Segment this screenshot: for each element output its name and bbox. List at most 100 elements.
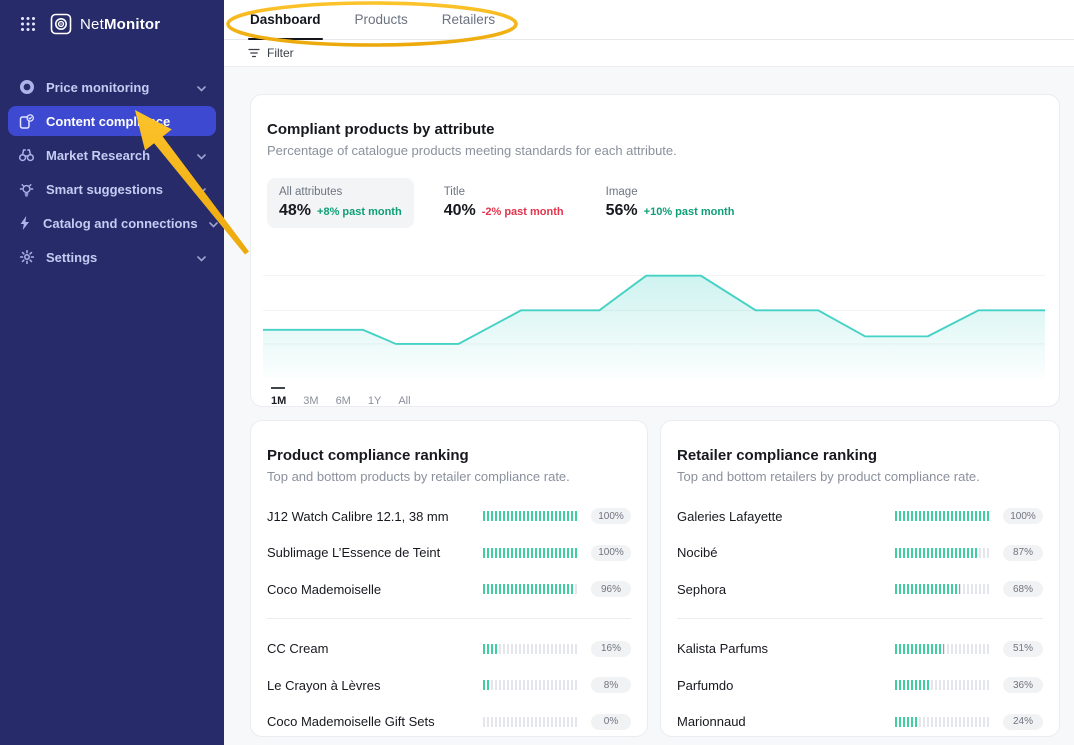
ranking-list: Galeries Lafayette 100% Nocibé 87% Sepho… <box>677 498 1043 740</box>
sidebar-item-smart-suggestions[interactable]: Smart suggestions <box>8 174 216 204</box>
range-all[interactable]: All <box>398 389 410 407</box>
card-title: Retailer compliance ranking <box>677 447 1043 464</box>
stat-value: 40% <box>444 202 476 220</box>
filter-bar: Filter <box>224 40 1074 67</box>
card-subtitle: Percentage of catalogue products meeting… <box>267 143 1043 158</box>
stat-trend: +10% past month <box>644 206 735 218</box>
retailer-compliance-ranking-card: Retailer compliance ranking Top and bott… <box>660 420 1060 737</box>
page-content: Compliant products by attribute Percenta… <box>224 67 1074 745</box>
ranking-list: J12 Watch Calibre 12.1, 38 mm 100% Subli… <box>267 498 631 740</box>
tab-products[interactable]: Products <box>353 0 410 39</box>
range-6m[interactable]: 6M <box>336 389 351 407</box>
tick-bar <box>483 548 579 558</box>
sidebar-item-content-compliance[interactable]: Content compliance <box>8 106 216 136</box>
pct-badge: 16% <box>591 641 631 657</box>
filter-icon <box>248 48 260 58</box>
compliance-chart-card: Compliant products by attribute Percenta… <box>250 94 1060 407</box>
pct-badge: 36% <box>1003 677 1043 693</box>
trend-area-chart <box>263 252 1045 378</box>
tab-dashboard[interactable]: Dashboard <box>248 0 323 39</box>
pct-badge: 87% <box>1003 545 1043 561</box>
tick-bar <box>483 644 579 654</box>
tick-bar <box>895 548 991 558</box>
ranking-row: Coco Mademoiselle 96% <box>267 571 631 608</box>
target-icon <box>18 79 35 95</box>
chevron-down-icon <box>197 250 206 265</box>
gear-icon <box>18 249 35 265</box>
filter-button[interactable]: Filter <box>248 46 294 60</box>
pct-badge: 100% <box>1003 508 1043 524</box>
chevron-down-icon <box>197 182 206 197</box>
brand-name: NetMonitor <box>80 16 160 33</box>
ranking-row: Sephora 68% <box>677 571 1043 608</box>
tick-bar <box>483 680 579 690</box>
time-range-selector: 1M 3M 6M 1Y All <box>267 389 1043 407</box>
sidebar-item-price-monitoring[interactable]: Price monitoring <box>8 72 216 102</box>
ranking-cards-row: Product compliance ranking Top and botto… <box>250 420 1060 737</box>
range-1m[interactable]: 1M <box>271 389 286 407</box>
pct-badge: 96% <box>591 581 631 597</box>
bolt-icon <box>18 215 32 231</box>
pct-badge: 24% <box>1003 714 1043 730</box>
sidebar-item-market-research[interactable]: Market Research <box>8 140 216 170</box>
ranking-row: Le Crayon à Lèvres 8% <box>267 667 631 704</box>
stat-value: 56% <box>606 202 638 220</box>
stat-trend: +8% past month <box>317 206 402 218</box>
stat-all-attributes[interactable]: All attributes 48% +8% past month <box>267 178 414 228</box>
pct-badge: 100% <box>591 508 631 524</box>
compliance-icon <box>18 113 35 130</box>
ranking-divider <box>677 618 1043 619</box>
range-3m[interactable]: 3M <box>303 389 318 407</box>
sidebar-item-settings[interactable]: Settings <box>8 242 216 272</box>
stat-value: 48% <box>279 202 311 220</box>
pct-badge: 0% <box>591 714 631 730</box>
sidebar-item-catalog-connections[interactable]: Catalog and connections <box>8 208 216 238</box>
stat-image[interactable]: Image 56% +10% past month <box>594 178 747 228</box>
apps-grid-icon[interactable] <box>18 14 38 34</box>
pct-badge: 51% <box>1003 641 1043 657</box>
chevron-down-icon <box>197 148 206 163</box>
ranking-row: Marionnaud 24% <box>677 704 1043 741</box>
brand-logo: NetMonitor <box>50 13 160 35</box>
card-subtitle: Top and bottom products by retailer comp… <box>267 469 631 484</box>
ranking-row: Galeries Lafayette 100% <box>677 498 1043 535</box>
sidebar-nav: Price monitoring Content compliance <box>0 72 224 272</box>
stat-title[interactable]: Title 40% -2% past month <box>432 178 576 228</box>
card-title: Compliant products by attribute <box>267 121 1043 138</box>
tick-bar <box>483 511 579 521</box>
main-area: Dashboard Products Retailers Filter Comp… <box>224 0 1074 745</box>
tick-bar <box>895 644 991 654</box>
chevron-down-icon <box>209 216 218 231</box>
card-subtitle: Top and bottom retailers by product comp… <box>677 469 1043 484</box>
stat-trend: -2% past month <box>482 206 564 218</box>
top-tabbar: Dashboard Products Retailers <box>224 0 1074 40</box>
pct-badge: 68% <box>1003 581 1043 597</box>
product-compliance-ranking-card: Product compliance ranking Top and botto… <box>250 420 648 737</box>
pct-badge: 100% <box>591 545 631 561</box>
tick-bar <box>483 584 579 594</box>
tick-bar <box>895 717 991 727</box>
app-window: NetMonitor Price monitoring <box>0 0 1074 745</box>
chevron-down-icon <box>197 80 206 95</box>
ranking-row: Sublimage L’Essence de Teint 100% <box>267 535 631 572</box>
attribute-stats-row: All attributes 48% +8% past month Title … <box>267 178 1043 228</box>
ranking-row: Coco Mademoiselle Gift Sets 0% <box>267 704 631 741</box>
tick-bar <box>895 584 991 594</box>
tick-bar <box>895 511 991 521</box>
card-title: Product compliance ranking <box>267 447 631 464</box>
bulb-icon <box>18 181 35 198</box>
tick-bar <box>483 717 579 727</box>
pct-badge: 8% <box>591 677 631 693</box>
ranking-row: Kalista Parfums 51% <box>677 631 1043 668</box>
ranking-row: Parfumdo 36% <box>677 667 1043 704</box>
tick-bar <box>895 680 991 690</box>
binoculars-icon <box>18 147 35 163</box>
tab-retailers[interactable]: Retailers <box>440 0 497 39</box>
sidebar: NetMonitor Price monitoring <box>0 0 224 745</box>
ranking-row: Nocibé 87% <box>677 535 1043 572</box>
ranking-row: CC Cream 16% <box>267 631 631 668</box>
ranking-divider <box>267 618 631 619</box>
sidebar-header: NetMonitor <box>0 0 224 46</box>
netmonitor-logo-icon <box>50 13 72 35</box>
range-1y[interactable]: 1Y <box>368 389 381 407</box>
